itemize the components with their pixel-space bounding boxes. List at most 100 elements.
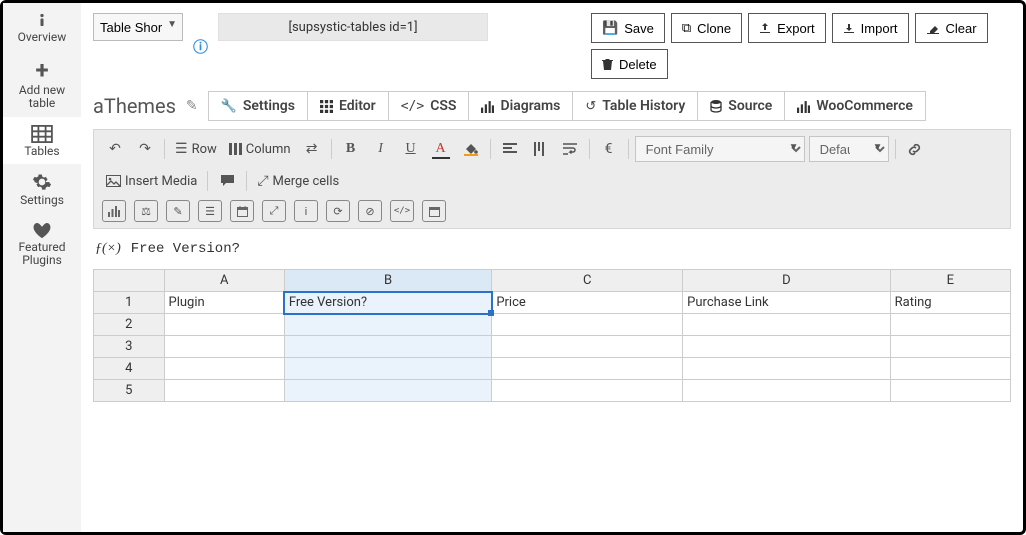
cell[interactable] xyxy=(683,314,890,336)
export-button[interactable]: Export xyxy=(748,13,826,43)
tool-edit-icon[interactable]: ✎ xyxy=(166,200,190,222)
row-header[interactable]: 1 xyxy=(94,292,165,314)
button-label: Export xyxy=(777,21,815,36)
tool-list-icon[interactable]: ☰ xyxy=(198,200,222,222)
sidebar-item-add-new-table[interactable]: + Add new table xyxy=(3,50,81,116)
tab-woocommerce[interactable]: WooCommerce xyxy=(784,92,925,120)
row-header[interactable]: 4 xyxy=(94,358,165,380)
tool-block-icon[interactable]: ⊘ xyxy=(358,200,382,222)
spreadsheet[interactable]: A B C D E 1 Plugin Free Version? Price P… xyxy=(93,269,1011,402)
tab-css[interactable]: </>CSS xyxy=(388,92,469,120)
info-icon[interactable]: ⓘ xyxy=(193,36,208,57)
separator xyxy=(589,139,590,159)
tool-refresh-icon[interactable]: ⟳ xyxy=(326,200,350,222)
sidebar-item-overview[interactable]: Overview xyxy=(3,3,81,50)
import-button[interactable]: Import xyxy=(832,13,909,43)
cell[interactable]: Plugin xyxy=(164,292,284,314)
merge-cells-button[interactable]: ⤢Merge cells xyxy=(253,168,343,194)
corner-cell[interactable] xyxy=(94,270,165,292)
cell[interactable]: Price xyxy=(492,292,683,314)
cell[interactable] xyxy=(284,380,491,402)
shortcode-field[interactable]: [supsystic-tables id=1] xyxy=(218,13,488,41)
cell[interactable] xyxy=(492,358,683,380)
align-top-button[interactable] xyxy=(527,136,553,162)
cell[interactable]: Purchase Link xyxy=(683,292,890,314)
tool-info-icon[interactable]: i xyxy=(294,200,318,222)
cell[interactable] xyxy=(284,314,491,336)
align-left-button[interactable] xyxy=(497,136,523,162)
tool-calendar-icon[interactable] xyxy=(230,200,254,222)
tool-chart-icon[interactable] xyxy=(102,200,126,222)
redo-button[interactable]: ↷ xyxy=(132,136,158,162)
comment-button[interactable] xyxy=(214,168,240,194)
bold-button[interactable]: B xyxy=(338,136,364,162)
tab-source[interactable]: Source xyxy=(697,92,784,120)
button-label: Merge cells xyxy=(273,174,340,189)
cell[interactable] xyxy=(284,336,491,358)
cell[interactable] xyxy=(890,380,1010,402)
tab-editor[interactable]: Editor xyxy=(307,92,388,120)
cell[interactable] xyxy=(890,336,1010,358)
font-size-select[interactable]: Default xyxy=(809,136,889,162)
underline-button[interactable]: U xyxy=(398,136,424,162)
cell[interactable] xyxy=(683,336,890,358)
wrap-text-button[interactable] xyxy=(557,136,583,162)
tab-settings[interactable]: 🔧Settings xyxy=(208,92,307,120)
tool-expand-icon[interactable]: ⤢ xyxy=(262,200,286,222)
cell[interactable]: Rating xyxy=(890,292,1010,314)
cell[interactable] xyxy=(890,314,1010,336)
separator xyxy=(331,139,332,159)
undo-button[interactable]: ↶ xyxy=(102,136,128,162)
cell[interactable] xyxy=(164,358,284,380)
row-button[interactable]: ☰Row xyxy=(171,136,221,162)
tool-balance-icon[interactable]: ⚖ xyxy=(134,200,158,222)
edit-title-icon[interactable]: ✎ xyxy=(186,98,198,114)
sidebar-item-settings[interactable]: Settings xyxy=(3,164,81,213)
row-header[interactable]: 2 xyxy=(94,314,165,336)
tab-label: Diagrams xyxy=(500,98,560,114)
delete-button[interactable]: Delete xyxy=(591,49,668,79)
tool-date-icon[interactable] xyxy=(422,200,446,222)
shortcode-type-select[interactable]: Table Shortcode xyxy=(93,13,183,41)
link-button[interactable] xyxy=(902,136,928,162)
sidebar-item-tables[interactable]: Tables xyxy=(3,117,81,164)
col-header[interactable]: C xyxy=(492,270,683,292)
plus-icon: + xyxy=(35,58,48,82)
tab-diagrams[interactable]: Diagrams xyxy=(468,92,572,120)
text-color-button[interactable]: A xyxy=(428,136,454,162)
formula-value[interactable]: Free Version? xyxy=(131,241,240,257)
col-header[interactable]: E xyxy=(890,270,1010,292)
font-family-select[interactable]: Font Family xyxy=(635,136,805,162)
cell[interactable]: Free Version? xyxy=(284,292,491,314)
fill-color-button[interactable] xyxy=(458,136,484,162)
sidebar-item-featured-plugins[interactable]: Featured Plugins xyxy=(3,213,81,273)
italic-button[interactable]: I xyxy=(368,136,394,162)
row-header[interactable]: 5 xyxy=(94,380,165,402)
sidebar-item-label: Overview xyxy=(18,31,67,44)
tab-table-history[interactable]: ↺Table History xyxy=(572,92,697,120)
cell[interactable] xyxy=(164,336,284,358)
clear-button[interactable]: Clear xyxy=(915,13,988,43)
cell[interactable] xyxy=(890,358,1010,380)
column-button[interactable]: Column xyxy=(225,136,295,162)
cell[interactable] xyxy=(683,358,890,380)
insert-media-button[interactable]: Insert Media xyxy=(102,168,201,194)
cell[interactable] xyxy=(164,380,284,402)
swap-button[interactable]: ⇄ xyxy=(299,136,325,162)
cell[interactable] xyxy=(164,314,284,336)
cell[interactable] xyxy=(492,314,683,336)
col-header[interactable]: B xyxy=(284,270,491,292)
cell[interactable] xyxy=(284,358,491,380)
save-button[interactable]: 💾Save xyxy=(591,13,665,43)
cell[interactable] xyxy=(683,380,890,402)
clone-button[interactable]: ⧉Clone xyxy=(671,13,742,43)
cell[interactable] xyxy=(492,380,683,402)
currency-button[interactable]: € xyxy=(596,136,622,162)
row-header[interactable]: 3 xyxy=(94,336,165,358)
col-header[interactable]: D xyxy=(683,270,890,292)
tab-label: Source xyxy=(728,98,772,114)
col-header[interactable]: A xyxy=(164,270,284,292)
tool-code-icon[interactable]: </> xyxy=(390,200,414,222)
cell[interactable] xyxy=(492,336,683,358)
tab-label: CSS xyxy=(430,98,456,114)
